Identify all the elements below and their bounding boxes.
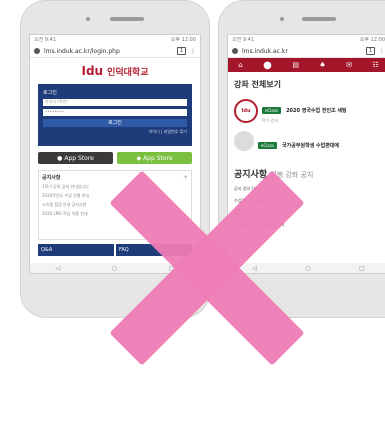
tab-count-button[interactable]: 1 <box>365 47 375 55</box>
course-item[interactable]: Idu eClass 2020 영국수업 전인조 세팅 학기 강의 <box>234 97 383 124</box>
android-store-button[interactable]: ◆ App Store <box>117 152 192 164</box>
store-buttons: ● App Store ◆ App Store <box>38 152 192 164</box>
plus-icon[interactable]: + <box>183 174 188 181</box>
logo-mark: Idu <box>81 64 104 78</box>
course-logo: Idu <box>234 98 258 123</box>
tab-qna[interactable]: Q&A <box>38 244 114 256</box>
section-title: 강좌 전체보기 <box>234 80 281 89</box>
course-badge: eClass <box>262 107 281 114</box>
right-phone: 오전 9:41 오후 12:00 lms.induk.ac.kr 1 ⋮ ⌂ ●… <box>218 0 385 318</box>
address-bar[interactable]: lms.induk.ac.kr 1 ⋮ <box>228 45 385 58</box>
login-title: 로그인 <box>43 90 57 96</box>
logo-name: 인덕대학교 <box>107 67 149 78</box>
android-nav-bar: ◁ ○ □ <box>228 263 385 273</box>
camera-dot-icon <box>280 17 284 21</box>
board-icon[interactable]: ▤ <box>292 61 299 69</box>
status-bar: 오전 9:41 오후 12:00 <box>30 35 200 45</box>
home-icon[interactable]: ○ <box>305 265 310 272</box>
course-item[interactable]: eClass 국가공무원학생 수업편대에 <box>234 131 383 151</box>
message-icon[interactable]: ✉ <box>346 61 352 69</box>
login-button[interactable]: 로그인 <box>43 119 187 127</box>
menu-icon[interactable]: ⋮ <box>379 48 385 55</box>
address-bar[interactable]: lms.induk.ac.kr/login.php 1 ⋮ <box>30 45 200 58</box>
store-label: App Store <box>143 154 173 162</box>
back-icon[interactable]: ◁ <box>56 265 61 272</box>
status-right: 오후 12:00 <box>170 37 196 43</box>
university-logo: Idu 인덕대학교 <box>30 64 200 78</box>
info-icon <box>232 48 238 54</box>
notice-title: 공지사항 <box>42 175 61 181</box>
grid-icon[interactable]: ☷ <box>372 61 378 69</box>
camera-dot-icon <box>86 17 90 21</box>
notice-heading: 공지사항 진행 강좌 공지 <box>234 167 383 180</box>
site-nav-bar: ⌂ ● ▤ ♠ ✉ ☷ <box>228 58 385 72</box>
store-label: App Store <box>64 154 94 162</box>
speaker-icon <box>110 17 144 21</box>
status-right: 오후 12:00 <box>359 37 385 43</box>
url-text[interactable]: lms.induk.ac.kr <box>242 48 362 55</box>
profile-icon[interactable]: ● <box>263 60 272 71</box>
notice-item[interactable]: 1학기 강의 공지 안내입니다 <box>42 184 188 190</box>
home-icon[interactable]: ○ <box>112 265 117 272</box>
speaker-icon <box>302 17 336 21</box>
recents-icon[interactable]: □ <box>359 265 365 272</box>
back-icon[interactable]: ◁ <box>252 265 257 272</box>
apple-icon: ● <box>57 154 63 162</box>
lock-icon <box>34 48 40 54</box>
url-text[interactable]: lms.induk.ac.kr/login.php <box>44 48 173 55</box>
course-title: 국가공무원학생 수업편대에 <box>282 142 340 149</box>
menu-icon[interactable]: ⋮ <box>190 48 196 55</box>
course-badge: eClass <box>258 141 277 149</box>
course-subtitle: 학기 강의 <box>262 118 278 123</box>
password-input[interactable]: •••••••• <box>43 109 187 116</box>
find-account-links[interactable]: 아이디 | 비밀번호 찾기 <box>43 129 187 135</box>
status-left: 오전 9:41 <box>34 37 57 43</box>
android-icon: ◆ <box>136 154 142 162</box>
alarm-icon[interactable]: ♠ <box>319 61 325 69</box>
tab-count-button[interactable]: 1 <box>176 47 186 55</box>
course-avatar <box>234 131 254 151</box>
home-icon[interactable]: ⌂ <box>238 61 242 69</box>
app-store-button[interactable]: ● App Store <box>38 152 113 164</box>
status-bar: 오전 9:41 오후 12:00 <box>228 35 385 45</box>
login-form: 로그인 아이디 (학번) •••••••• 로그인 아이디 | 비밀번호 찾기 <box>38 84 192 146</box>
course-title: 2020 영국수업 전인조 세팅 <box>286 108 347 114</box>
id-input[interactable]: 아이디 (학번) <box>43 99 187 106</box>
status-left: 오전 9:41 <box>232 37 255 43</box>
